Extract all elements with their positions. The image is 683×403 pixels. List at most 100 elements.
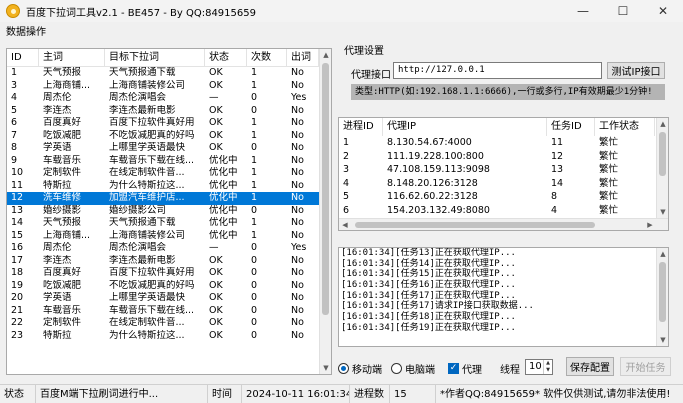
table-row[interactable]: 19 吃饭减肥 不吃饭减肥真的好吗 OK 0 No	[7, 280, 331, 293]
table-row[interactable]: 7 吃饭减肥 不吃饭减肥真的好吗 OK 1 No	[7, 130, 331, 143]
row-work-status: 繁忙	[599, 150, 619, 162]
process-table-scrollbar[interactable]: ▲ ▼	[656, 118, 668, 230]
checkmark-icon[interactable]: ✓	[448, 363, 459, 374]
column-header-target[interactable]: 目标下拉词	[105, 49, 205, 67]
hscrollbar-thumb[interactable]	[355, 222, 595, 228]
table-row[interactable]: 8 学英语 上哪里学英语最快 OK 0 No	[7, 142, 331, 155]
table-row[interactable]: 21 车载音乐 车载音乐下载在线... OK 0 No	[7, 305, 331, 318]
menu-data-ops[interactable]: 数据操作	[6, 23, 46, 38]
log-output[interactable]: [16:01:34][任务13]正在获取代理IP... [16:01:34][任务…	[338, 247, 669, 347]
task-list-scrollbar[interactable]: ▲ ▼	[319, 49, 331, 374]
scroll-down-icon[interactable]: ▼	[320, 362, 331, 374]
column-header-task-id[interactable]: 任务ID	[547, 118, 595, 136]
threads-stepper[interactable]: 10 ▲ ▼	[525, 359, 553, 375]
desktop-radio[interactable]: 电脑端	[391, 361, 435, 376]
proxy-checkbox[interactable]: ✓ 代理	[448, 361, 482, 376]
row-proxy-ip: 116.62.60.22:3128	[387, 191, 478, 203]
column-header-proxy-ip[interactable]: 代理IP	[383, 118, 547, 136]
row-target: 周杰伦演唱会	[109, 92, 167, 103]
start-task-button[interactable]: 开始任务	[620, 357, 671, 376]
column-header-status[interactable]: 状态	[205, 49, 247, 67]
proxy-settings-label: 代理设置	[344, 46, 384, 57]
minimize-button[interactable]: —	[563, 0, 603, 22]
close-button[interactable]: ✕	[643, 0, 683, 22]
table-row[interactable]: 15 上海商铺... 上海商铺装修公司 优化中 1 No	[7, 230, 331, 243]
row-id: 1	[11, 67, 18, 78]
log-line: [16:01:34][任务17]正在获取代理IP...	[341, 290, 516, 301]
scroll-up-icon[interactable]: ▲	[320, 49, 331, 61]
table-row[interactable]: 6 百度真好 百度下拉软件真好用 OK 1 No	[7, 117, 331, 130]
row-status: OK	[209, 67, 223, 78]
row-id: 6	[11, 117, 18, 128]
radio-selected-icon[interactable]	[338, 363, 349, 374]
task-list[interactable]: ID 主词 目标下拉词 状态 次数 出词 1 天气预报 天气预报通下载 OK 1 No 3 上…	[6, 48, 332, 375]
scrollbar-thumb[interactable]	[322, 63, 329, 315]
table-row[interactable]: 9 车载音乐 车载音乐下载在线... 优化中 1 No	[7, 155, 331, 168]
scrollbar-thumb[interactable]	[659, 132, 666, 176]
table-row[interactable]: 11 特斯拉 为什么特斯拉这... 优化中 1 No	[7, 180, 331, 193]
proxy-type-note: 类型:HTTP(如:192.168.1.1:6666),一行或多行,IP有效期最…	[351, 84, 665, 100]
table-row[interactable]: 13 婚纱摄影 婚纱摄影公司 优化中 0 No	[7, 205, 331, 218]
maximize-button[interactable]: ☐	[603, 0, 643, 22]
table-row[interactable]: 4 周杰伦 周杰伦演唱会 — 0 Yes	[7, 92, 331, 105]
row-id: 8	[11, 142, 18, 153]
table-row[interactable]: 17 李连杰 李连杰最新电影 OK 0 No	[7, 255, 331, 268]
row-target: 李连杰最新电影	[109, 254, 176, 266]
column-header-process-id[interactable]: 进程ID	[339, 118, 383, 136]
table-row[interactable]: 23 特斯拉 为什么特斯拉这... OK 0 No	[7, 330, 331, 343]
table-row[interactable]: 5 李连杰 李连杰最新电影 OK 0 No	[7, 105, 331, 118]
scroll-down-icon[interactable]: ▼	[657, 334, 668, 346]
spin-arrows-icon[interactable]: ▲ ▼	[543, 360, 552, 374]
column-header-result[interactable]: 出词	[287, 49, 319, 67]
process-table-hscrollbar[interactable]: ◀ ▶	[339, 218, 668, 230]
table-row[interactable]: 10 定制软件 在线定制软件音... 优化中 1 No	[7, 167, 331, 180]
row-status: OK	[209, 317, 223, 328]
save-config-button[interactable]: 保存配置	[566, 357, 614, 376]
log-line: [16:01:34][任务15]正在获取代理IP...	[341, 269, 516, 280]
table-row[interactable]: 6 154.203.132.49:8080 4 繁忙	[339, 204, 668, 218]
table-row[interactable]: 16 周杰伦 周杰伦演唱会 — 0 Yes	[7, 242, 331, 255]
mobile-radio[interactable]: 移动端	[338, 361, 382, 376]
test-ip-api-button[interactable]: 测试IP接口	[607, 62, 665, 79]
row-work-status: 繁忙	[599, 137, 619, 148]
row-keyword: 上海商铺...	[43, 229, 91, 241]
row-status: 优化中	[209, 154, 238, 166]
process-table[interactable]: 进程ID 代理IP 任务ID 工作状态 1 8.130.54.67:4000 11 繁…	[338, 117, 669, 231]
scroll-down-icon[interactable]: ▼	[657, 206, 668, 218]
scroll-up-icon[interactable]: ▲	[657, 248, 668, 260]
column-header-keyword[interactable]: 主词	[39, 49, 105, 67]
time-value: 2024-10-11 16:01:34	[242, 384, 350, 403]
table-row[interactable]: 5 116.62.60.22:3128 8 繁忙	[339, 190, 668, 204]
column-header-id[interactable]: ID	[7, 49, 39, 67]
scroll-left-icon[interactable]: ◀	[339, 219, 351, 230]
table-row[interactable]: 3 上海商铺... 上海商铺装修公司 OK 1 No	[7, 80, 331, 93]
table-row[interactable]: 1 8.130.54.67:4000 11 繁忙	[339, 136, 668, 150]
table-row[interactable]: 20 学英语 上哪里学英语最快 OK 0 No	[7, 292, 331, 305]
scrollbar-thumb[interactable]	[659, 262, 666, 322]
table-row[interactable]: 4 8.148.20.126:3128 14 繁忙	[339, 177, 668, 191]
row-target: 上海商铺装修公司	[109, 79, 186, 91]
task-list-header: ID 主词 目标下拉词 状态 次数 出词	[7, 49, 331, 67]
table-row[interactable]: 22 定制软件 在线定制软件音... OK 0 No	[7, 317, 331, 330]
table-row[interactable]: 18 百度真好 百度下拉软件真好用 OK 0 No	[7, 267, 331, 280]
scroll-right-icon[interactable]: ▶	[644, 219, 656, 230]
table-row[interactable]: 14 天气预报 天气预报通下载 优化中 1 No	[7, 217, 331, 230]
row-keyword: 特斯拉	[43, 329, 72, 341]
table-row[interactable]: 2 111.19.228.100:800 12 繁忙	[339, 150, 668, 164]
table-row[interactable]: 3 47.108.159.113:9098 13 繁忙	[339, 163, 668, 177]
table-row[interactable]: 12 洗车维修 加盟汽车维护店... 优化中 1 No	[7, 192, 331, 205]
row-id: 14	[11, 217, 24, 228]
row-target: 车载音乐下载在线...	[109, 154, 195, 166]
row-target: 天气预报通下载	[109, 67, 176, 78]
proxy-api-input[interactable]: http://127.0.0.1	[393, 62, 602, 79]
row-status: OK	[209, 142, 223, 153]
row-keyword: 车载音乐	[43, 154, 82, 166]
log-scrollbar[interactable]: ▲ ▼	[656, 248, 668, 346]
row-count: 0	[251, 304, 258, 316]
row-target: 婚纱摄影公司	[109, 204, 167, 216]
radio-empty-icon[interactable]	[391, 363, 402, 374]
column-header-work-status[interactable]: 工作状态	[595, 118, 655, 136]
table-row[interactable]: 1 天气预报 天气预报通下载 OK 1 No	[7, 67, 331, 80]
column-header-count[interactable]: 次数	[247, 49, 287, 67]
scroll-up-icon[interactable]: ▲	[657, 118, 668, 130]
